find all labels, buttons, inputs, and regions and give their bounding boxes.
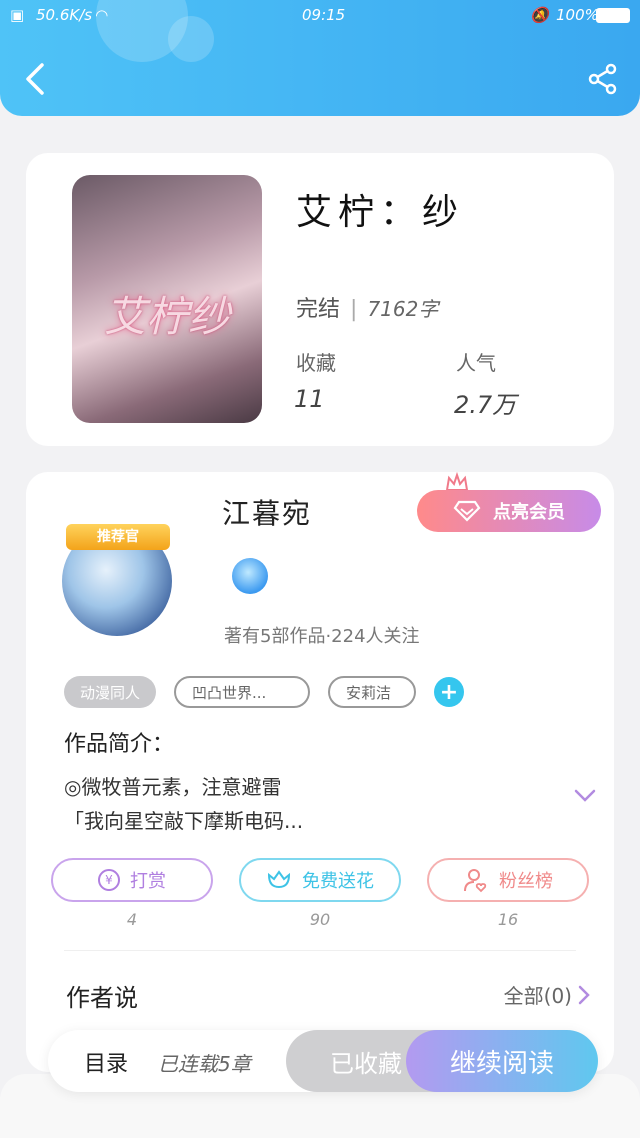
clock: 09:15: [302, 6, 346, 24]
share-button[interactable]: [586, 62, 620, 96]
toc-button[interactable]: 目录: [84, 1046, 128, 1078]
chevron-right-icon: [578, 985, 590, 1004]
tag-list: 动漫同人 凹凸世界... 安莉洁 +: [64, 676, 465, 708]
chapter-count: 已连载5章: [158, 1052, 251, 1076]
battery-level: 100%: [556, 6, 599, 24]
tip-button[interactable]: ¥ 打赏: [51, 858, 213, 902]
popularity-value: 2.7万: [454, 391, 517, 419]
header-bar: ▣ 50.6K/s ◠ 09:15 🔕 100%: [0, 0, 640, 116]
intro-line: ◎微牧普元素，注意避雷: [64, 775, 282, 799]
author-card: 推荐官 江暮宛 点亮会员 著有5部作品·224人关注 动漫同人 凹凸世界... …: [26, 472, 614, 1072]
expand-intro-button[interactable]: [574, 788, 596, 807]
wifi-icon: ◠: [96, 6, 108, 24]
all-label: 全部(0): [503, 984, 572, 1008]
book-title: 艾柠：纱: [296, 192, 465, 233]
divider: [64, 950, 576, 951]
send-flower-button[interactable]: 免费送花: [239, 858, 401, 902]
bottom-action-bar: 目录 已连载5章 已收藏 继续阅读: [48, 1030, 598, 1092]
separator: |: [350, 297, 358, 322]
collect-value: 11: [294, 385, 325, 413]
flower-count: 90: [309, 910, 331, 929]
author-say-heading: 作者说: [66, 984, 138, 1012]
battery-icon: [596, 8, 630, 23]
author-name[interactable]: 江暮宛: [222, 492, 312, 532]
plus-icon: +: [439, 679, 459, 705]
author-stats: 著有5部作品·224人关注: [224, 626, 420, 647]
tag-item[interactable]: 安莉洁: [328, 676, 417, 708]
mute-icon: 🔕: [530, 6, 549, 24]
intro-line: 「我向星空敲下摩斯电码...: [64, 809, 304, 833]
status-bar: ▣ 50.6K/s ◠ 09:15 🔕 100%: [0, 0, 640, 32]
collect-label: 收藏: [296, 351, 336, 375]
notification-icon: ▣: [10, 6, 25, 24]
vip-button[interactable]: 点亮会员: [417, 490, 601, 532]
tip-label: 打赏: [130, 871, 166, 892]
add-tag-button[interactable]: +: [434, 677, 465, 707]
all-author-say-link[interactable]: 全部(0): [504, 980, 590, 1009]
diamond-icon: [453, 500, 481, 522]
tag-item[interactable]: 动漫同人: [64, 676, 157, 708]
continue-reading-button[interactable]: 继续阅读: [406, 1030, 598, 1092]
share-icon: [588, 63, 617, 95]
fans-count: 16: [497, 910, 519, 929]
fans-rank-button[interactable]: 粉丝榜: [427, 858, 589, 902]
network-speed: 50.6K/s: [36, 6, 93, 24]
book-status: 完结: [296, 297, 341, 322]
chevron-down-icon: [574, 789, 596, 802]
cover-title-text: 艾柠纱: [103, 292, 230, 341]
user-heart-icon: [464, 869, 487, 893]
level-gem-icon: [232, 558, 268, 594]
word-count: 7162字: [367, 297, 439, 321]
send-flower-label: 免费送花: [302, 871, 374, 892]
popularity-label: 人气: [456, 351, 496, 375]
book-info-card: 艾柠纱 艾柠：纱 完结 | 7162字 收藏 11 人气 2.7万: [26, 153, 614, 446]
fans-rank-label: 粉丝榜: [499, 871, 553, 892]
intro-heading: 作品简介：: [64, 732, 175, 757]
tag-item[interactable]: 凹凸世界...: [174, 676, 311, 708]
book-status-line: 完结 | 7162字: [296, 291, 438, 323]
flower-icon: [267, 870, 291, 889]
back-button[interactable]: [18, 62, 52, 96]
tip-count: 4: [126, 910, 138, 929]
vip-label: 点亮会员: [493, 502, 565, 523]
recommender-badge: 推荐官: [66, 524, 170, 550]
book-cover[interactable]: 艾柠纱: [72, 175, 262, 423]
chevron-left-icon: [26, 63, 44, 95]
intro-text: ◎微牧普元素，注意避雷 「我向星空敲下摩斯电码...: [64, 770, 544, 838]
yen-icon: ¥: [98, 869, 120, 891]
